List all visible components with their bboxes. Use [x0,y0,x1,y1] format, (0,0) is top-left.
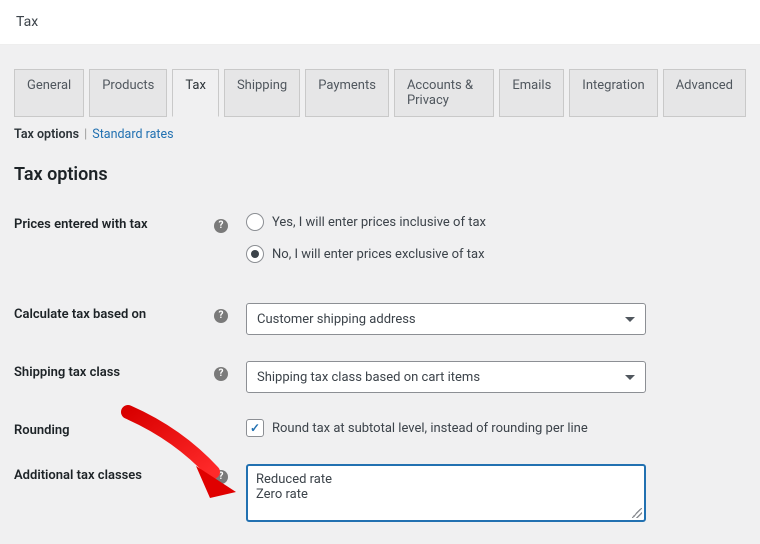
label-calc-based-on: Calculate tax based on [14,303,214,322]
tab-advanced[interactable]: Advanced [663,69,746,117]
radio-exclusive[interactable]: No, I will enter prices exclusive of tax [246,245,746,263]
row-shipping-tax-class: Shipping tax class ? Shipping tax class … [14,361,746,393]
subtab-standard-rates[interactable]: Standard rates [92,127,173,142]
textarea-additional-tax-classes[interactable]: Reduced rate Zero rate [246,464,646,522]
help-calc-based-on[interactable]: ? [214,303,246,323]
row-additional-tax-classes: Additional tax classes ? Reduced rate Ze… [14,464,746,522]
select-shipping-tax-class[interactable]: Shipping tax class based on cart items [246,361,646,393]
row-calc-based-on: Calculate tax based on ? Customer shippi… [14,303,746,335]
subtab-tax-options[interactable]: Tax options [14,127,79,142]
question-icon: ? [214,219,228,233]
tab-tax[interactable]: Tax [172,69,219,117]
tab-shipping[interactable]: Shipping [224,69,300,117]
label-additional-tax-classes: Additional tax classes [14,464,214,483]
question-icon: ? [214,309,228,323]
top-bar: Tax [0,0,760,45]
help-placeholder [214,419,246,423]
label-prices-with-tax: Prices entered with tax [14,213,214,232]
radio-icon [246,245,264,263]
separator: | [84,127,87,142]
tab-accounts-privacy[interactable]: Accounts & Privacy [394,69,494,117]
tab-general[interactable]: General [14,69,84,117]
help-prices-with-tax[interactable]: ? [214,213,246,233]
radio-label-inclusive: Yes, I will enter prices inclusive of ta… [272,215,486,230]
settings-tabs: General Products Tax Shipping Payments A… [14,69,746,117]
radio-icon [246,213,264,231]
label-rounding: Rounding [14,419,214,438]
help-shipping-tax-class[interactable]: ? [214,361,246,381]
question-icon: ? [214,470,228,484]
content-area: General Products Tax Shipping Payments A… [0,45,760,544]
select-calc-based-on[interactable]: Customer shipping address [246,303,646,335]
select-value: Shipping tax class based on cart items [257,370,480,385]
checkbox-icon [246,419,264,437]
tab-payments[interactable]: Payments [305,69,389,117]
label-shipping-tax-class: Shipping tax class [14,361,214,380]
row-prices-with-tax: Prices entered with tax ? Yes, I will en… [14,213,746,263]
chevron-down-icon [625,317,635,322]
tab-integration[interactable]: Integration [569,69,657,117]
chevron-down-icon [625,375,635,380]
radio-inclusive[interactable]: Yes, I will enter prices inclusive of ta… [246,213,746,231]
checkbox-rounding[interactable]: Round tax at subtotal level, instead of … [246,419,746,437]
question-icon: ? [214,367,228,381]
help-additional-tax-classes[interactable]: ? [214,464,246,484]
row-rounding: Rounding Round tax at subtotal level, in… [14,419,746,438]
checkbox-label-rounding: Round tax at subtotal level, instead of … [272,421,588,436]
tab-emails[interactable]: Emails [499,69,564,117]
tab-products[interactable]: Products [89,69,167,117]
sub-tabs: Tax options | Standard rates [14,127,746,142]
section-heading: Tax options [14,164,746,185]
radio-label-exclusive: No, I will enter prices exclusive of tax [272,247,485,262]
page-title: Tax [16,14,38,30]
select-value: Customer shipping address [257,312,416,327]
